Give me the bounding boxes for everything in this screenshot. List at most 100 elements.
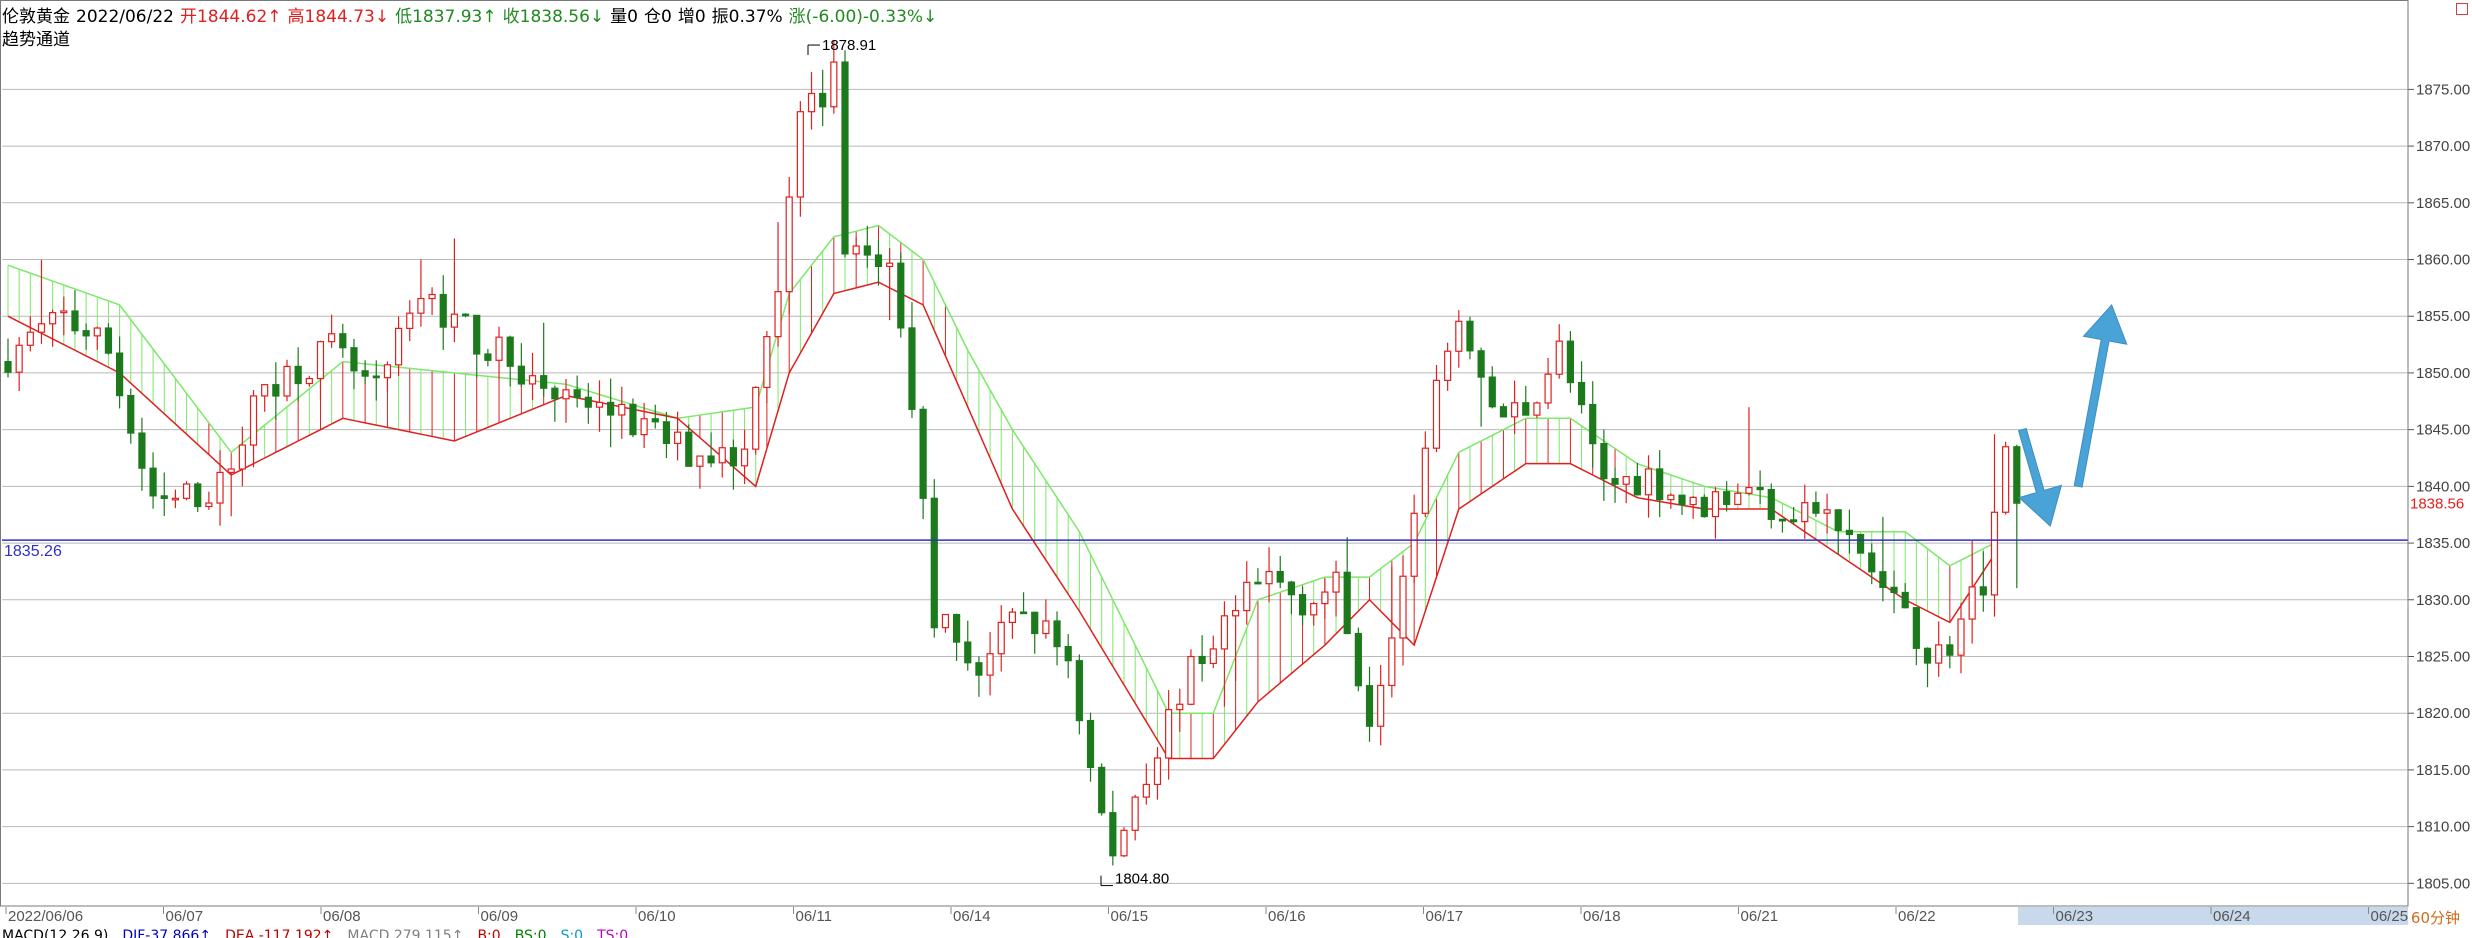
candle-body xyxy=(1488,376,1496,408)
candle-body xyxy=(1031,611,1039,635)
candle xyxy=(1031,611,1039,654)
candle-body xyxy=(1399,575,1407,639)
candle xyxy=(1254,568,1262,585)
candle-body xyxy=(886,262,894,268)
low-annotation: 1804.80 xyxy=(1115,871,1169,888)
candle-body xyxy=(595,401,604,408)
candle-body xyxy=(785,196,793,293)
candle-body xyxy=(1310,603,1318,616)
candle xyxy=(461,313,470,318)
candle xyxy=(484,348,492,367)
candle-body xyxy=(49,312,57,325)
period-selector[interactable]: 60分钟 xyxy=(2411,907,2460,928)
candle-body xyxy=(1410,512,1418,577)
candle xyxy=(908,302,916,418)
candle-body xyxy=(1120,829,1128,857)
candle-body xyxy=(1778,518,1787,522)
candle-body xyxy=(1432,379,1441,449)
candle xyxy=(428,287,436,315)
candle xyxy=(294,347,302,402)
candle-body xyxy=(997,621,1005,655)
candle xyxy=(1879,516,1887,602)
candle xyxy=(651,404,659,429)
candle-body xyxy=(807,92,816,113)
indicator-label[interactable]: 趋势通道 xyxy=(2,25,70,50)
candle-body xyxy=(1566,340,1575,384)
x-tick-label: 06/18 xyxy=(1583,908,1621,925)
candle xyxy=(752,386,760,455)
candle-body xyxy=(1287,581,1296,596)
candle xyxy=(1589,381,1597,468)
candle-body xyxy=(1321,591,1329,605)
projection-arrow-down xyxy=(2017,427,2063,527)
candle-body xyxy=(1856,533,1865,554)
candle xyxy=(1745,407,1753,496)
candle-body xyxy=(1388,637,1396,687)
price-chart[interactable]: 1835.26 1838.56 1878.91 1804.80 1805.00 1810… xyxy=(0,0,2472,938)
candle-body xyxy=(361,370,369,377)
candle xyxy=(1577,361,1586,414)
candle xyxy=(383,361,392,392)
candle-body xyxy=(1555,340,1563,375)
candle-body xyxy=(339,333,347,349)
candle-body xyxy=(1611,478,1619,485)
candle xyxy=(1957,603,1965,674)
candle-body xyxy=(2013,446,2021,504)
candle xyxy=(1153,747,1162,800)
candle xyxy=(439,275,447,350)
candle-body xyxy=(1946,644,1954,656)
candle-body xyxy=(428,293,436,300)
candle xyxy=(160,472,168,517)
x-tick-label: 06/11 xyxy=(796,908,832,925)
candle-body xyxy=(238,444,246,470)
candle-body xyxy=(964,641,972,664)
candle xyxy=(673,411,682,461)
candle-body xyxy=(863,245,871,256)
candle-body xyxy=(1577,381,1586,406)
candle xyxy=(1656,450,1664,518)
candle-body xyxy=(495,336,503,361)
candle-body xyxy=(417,297,425,314)
candle-body xyxy=(461,313,470,317)
candle xyxy=(1287,580,1296,615)
candle-body xyxy=(1008,611,1017,623)
candle-body xyxy=(227,468,235,473)
y-tick-label: 1810.00 xyxy=(2416,819,2470,836)
candle-body xyxy=(1019,611,1028,615)
y-tick-label: 1870.00 xyxy=(2416,138,2470,155)
candle-body xyxy=(406,312,414,330)
y-tick-label: 1805.00 xyxy=(2416,875,2470,892)
x-tick-label: 06/14 xyxy=(953,908,991,925)
candle-body xyxy=(1600,443,1608,480)
candle xyxy=(919,406,927,520)
candle-body xyxy=(540,375,548,389)
candle-body xyxy=(1187,655,1195,705)
candle xyxy=(149,452,157,509)
candle-body xyxy=(685,431,693,467)
candle-body xyxy=(1220,615,1229,650)
candle xyxy=(1410,494,1418,584)
y-tick-label: 1860.00 xyxy=(2416,252,2470,269)
candle xyxy=(774,222,782,347)
position-value: 仓0 xyxy=(644,7,672,27)
candle xyxy=(696,455,704,489)
window-toggle-icon[interactable] xyxy=(2456,3,2468,15)
candle-body xyxy=(1979,586,1987,596)
candle-body xyxy=(1912,607,1920,649)
candle-body xyxy=(1845,529,1854,536)
candle xyxy=(1979,551,1987,612)
candle xyxy=(1756,470,1764,505)
candle-body xyxy=(1131,796,1139,831)
candle xyxy=(1109,790,1117,866)
candle xyxy=(115,336,124,409)
candle xyxy=(1421,431,1429,518)
x-tick-label: 2022/06/06 xyxy=(8,908,83,925)
x-tick-label: 06/10 xyxy=(638,908,676,925)
candle-body xyxy=(1276,570,1284,583)
candle-body xyxy=(328,333,336,343)
candle xyxy=(1566,331,1575,393)
candle xyxy=(1622,476,1630,504)
candle-body xyxy=(1901,591,1909,609)
candle-body xyxy=(216,471,224,504)
candle-body xyxy=(205,502,213,508)
